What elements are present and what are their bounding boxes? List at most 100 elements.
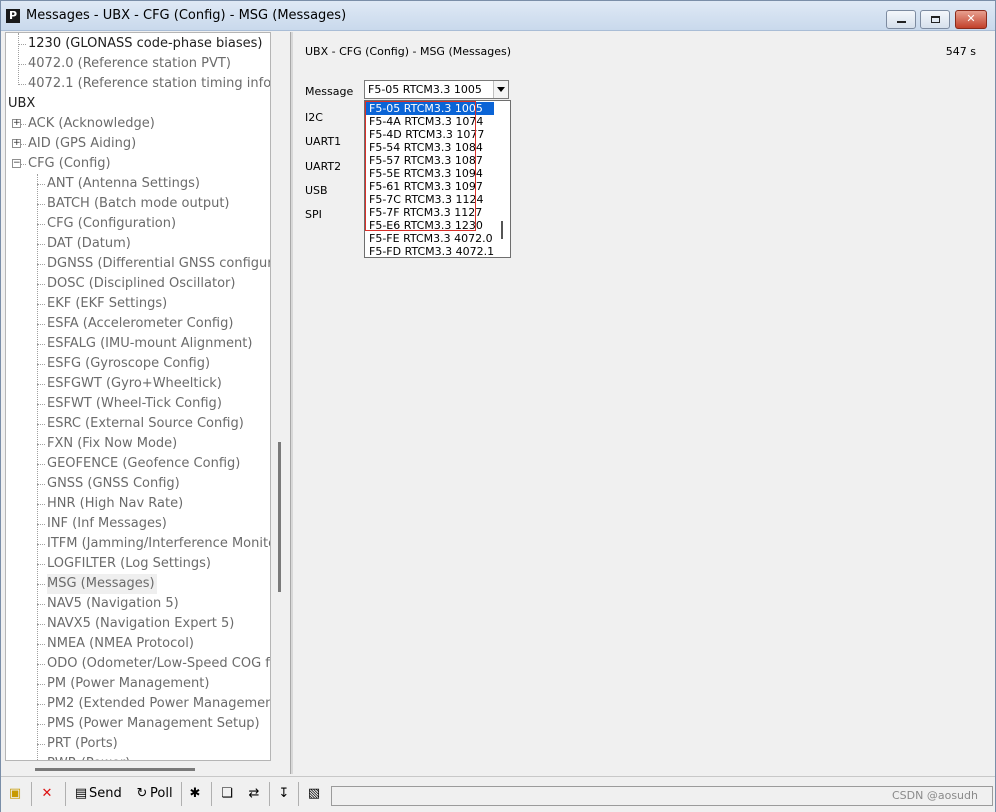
toolbar-separator [181,782,182,806]
app-icon: P [6,9,20,23]
spi-label: SPI [305,208,322,221]
highlight-box [365,101,476,231]
status-field: CSDN @aosudh [331,786,993,806]
tree-item[interactable]: ESFA (Accelerometer Config) [47,314,235,334]
copy-icon: ❏ [221,786,233,801]
tree-item[interactable]: BATCH (Batch mode output) [47,194,232,214]
dropdown-scroll-thumb[interactable] [501,221,503,239]
tree-item[interactable]: PWR (Power) [47,754,132,760]
device-button[interactable]: ▧ [306,783,322,805]
tree-connector [37,174,38,760]
scrollbar-thumb[interactable] [278,442,281,592]
window-title: Messages - UBX - CFG (Config) - MSG (Mes… [26,8,347,23]
swap-icon: ⇄ [248,786,260,801]
message-select[interactable]: F5-05 RTCM3.3 1005 [364,80,509,99]
tree-item[interactable]: 1230 (GLONASS code-phase biases) [28,34,264,54]
tree-connector [37,404,45,405]
tree-vertical-scrollbar[interactable] [273,32,287,761]
poll-icon: ↻ [136,786,148,801]
expand-icon[interactable]: + [12,119,21,128]
tree-item[interactable]: DGNSS (Differential GNSS configuratio [47,254,270,274]
tree-item[interactable]: 4072.0 (Reference station PVT) [28,54,233,74]
minimize-button[interactable] [886,10,916,29]
message-dropdown-list[interactable]: F5-FD RTCM3.3 4072.1 F5-FE RTCM3.3 4072.0… [364,100,511,258]
tree-item[interactable]: PM2 (Extended Power Management) [47,694,270,714]
tree-item[interactable]: ESFG (Gyroscope Config) [47,354,212,374]
tree-item[interactable]: LOGFILTER (Log Settings) [47,554,213,574]
lock-button[interactable]: ▣ [7,783,23,805]
toolbar-separator [65,782,66,806]
expand-icon[interactable]: + [12,139,21,148]
tree-item[interactable]: INF (Inf Messages) [47,514,169,534]
maximize-button[interactable] [920,10,950,29]
tree-item[interactable]: MSG (Messages) [47,574,157,594]
tree-item[interactable]: DOSC (Disciplined Oscillator) [47,274,237,294]
tree-item[interactable]: FXN (Fix Now Mode) [47,434,179,454]
collapse-icon[interactable]: − [12,159,21,168]
tree-connector [37,584,45,585]
tree-item[interactable]: NAVX5 (Navigation Expert 5) [47,614,236,634]
tree-horizontal-scrollbar[interactable] [5,761,271,775]
tree-connector [37,244,45,245]
tree-item[interactable]: DAT (Datum) [47,234,133,254]
tree-connector [37,224,45,225]
tree-connector [37,744,45,745]
tree-item[interactable]: CFG (Configuration) [47,214,178,234]
send-label: Send [89,786,122,801]
auto-poll-icon: ✱ [189,786,201,801]
maximize-icon [930,15,940,23]
tree-item[interactable]: ITFM (Jamming/Interference Monitor) [47,534,270,554]
tree-item[interactable]: 4072.1 (Reference station timing informa… [28,74,270,94]
tree-item[interactable]: NAV5 (Navigation 5) [47,594,181,614]
cancel-button[interactable]: ✕ [39,783,55,805]
tree-item[interactable]: PRT (Ports) [47,734,120,754]
tree-item[interactable]: ESFWT (Wheel-Tick Config) [47,394,224,414]
tree-item[interactable]: ESFALG (IMU-mount Alignment) [47,334,254,354]
poll-button[interactable]: ↻ Poll [134,783,173,805]
messages-window: P Messages - UBX - CFG (Config) - MSG (M… [0,0,996,812]
swap-button[interactable]: ⇄ [246,783,262,805]
minimize-icon [896,21,906,23]
scrollbar-thumb[interactable] [35,768,195,771]
tree-item[interactable]: PM (Power Management) [47,674,211,694]
tree-connector [37,604,45,605]
send-button[interactable]: ▤ Send [73,783,122,805]
tree-item[interactable]: GNSS (GNSS Config) [47,474,182,494]
tree-item[interactable]: ESFGWT (Gyro+Wheeltick) [47,374,224,394]
chevron-down-icon[interactable] [493,81,508,98]
uart2-label: UART2 [305,160,342,173]
tree-connector [18,33,19,85]
poll-label: Poll [150,786,173,801]
device-icon: ▧ [307,786,321,801]
tree-item[interactable]: HNR (High Nav Rate) [47,494,185,514]
tree-connector [37,664,45,665]
tree-item[interactable]: EKF (EKF Settings) [47,294,169,314]
tree-item[interactable]: GEOFENCE (Geofence Config) [47,454,242,474]
tree-connector [18,64,26,65]
title-bar: P Messages - UBX - CFG (Config) - MSG (M… [1,1,995,31]
tree-item[interactable]: UBX [8,94,37,114]
dropdown-option[interactable]: F5-FD RTCM3.3 4072.1 [366,245,494,258]
message-tree[interactable]: 1230 (GLONASS code-phase biases) 4072.0 (… [5,32,271,761]
tree-item[interactable]: ANT (Antenna Settings) [47,174,202,194]
dropdown-option[interactable]: F5-FE RTCM3.3 4072.0 [366,232,494,245]
panel-title: UBX - CFG (Config) - MSG (Messages) [305,45,511,58]
tree-item[interactable]: PMS (Power Management Setup) [47,714,262,734]
tree-item[interactable]: CFG (Config) [28,154,113,174]
auto-poll-button[interactable]: ✱ [187,783,203,805]
tree-item[interactable]: ACK (Acknowledge) [28,114,157,134]
tree-item[interactable]: AID (GPS Aiding) [28,134,138,154]
tree-connector [37,484,45,485]
bottom-toolbar: ▣ ✕ ▤ Send ↻ Poll ✱ ❏ ⇄ ↧ ▧ CSDN @aosudh [1,776,995,812]
pane-splitter[interactable] [290,32,293,774]
tree-connector [37,384,45,385]
close-button[interactable]: ✕ [955,10,987,29]
tree-item[interactable]: ESRC (External Source Config) [47,414,246,434]
copy-button[interactable]: ❏ [219,783,235,805]
cancel-icon: ✕ [41,786,53,801]
download-button[interactable]: ↧ [276,783,292,805]
tree-connector [37,364,45,365]
tree-item[interactable]: ODO (Odometer/Low-Speed COG filte [47,654,270,674]
tree-connector [18,84,26,85]
tree-item[interactable]: NMEA (NMEA Protocol) [47,634,196,654]
